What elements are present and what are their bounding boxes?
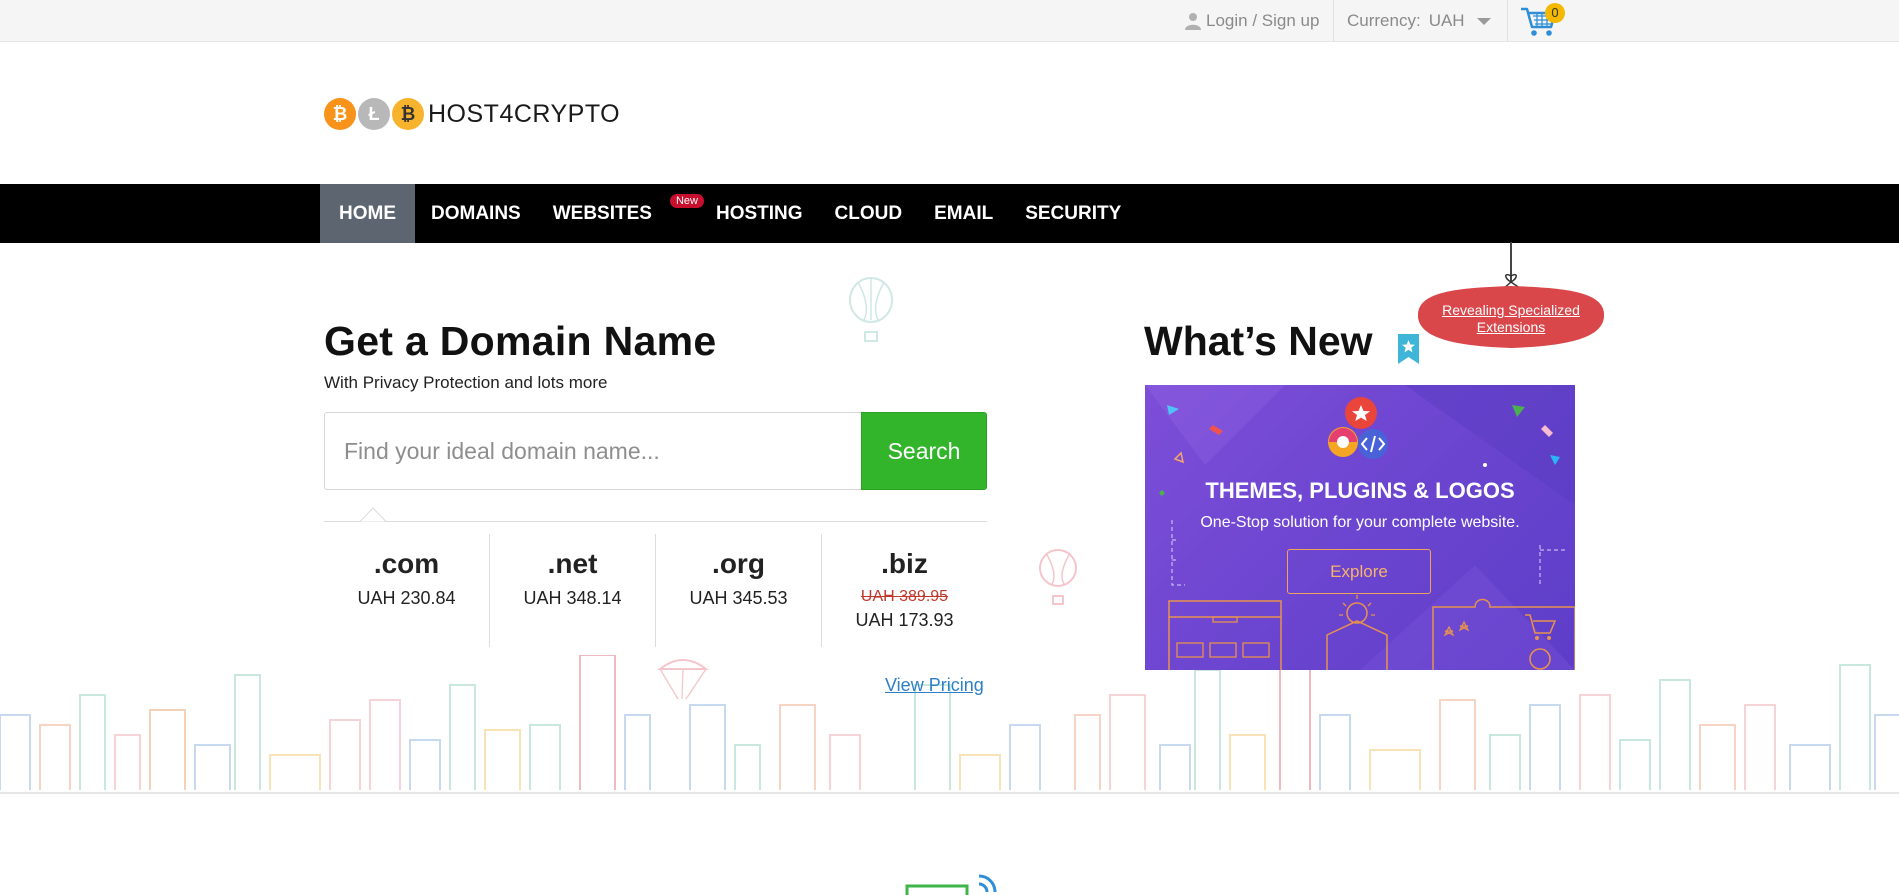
banner-subtitle: One-Stop solution for your complete webs…: [1200, 514, 1520, 531]
explore-button[interactable]: Explore: [1287, 549, 1431, 594]
balloon-decoration-icon: [849, 277, 893, 342]
tld-price-list: .com UAH 230.84 .net UAH 348.14 .org UAH…: [324, 534, 987, 647]
currency-selector[interactable]: Currency: UAH: [1347, 8, 1491, 34]
balloon-decoration-icon: [1039, 549, 1077, 605]
chevron-down-icon: [1476, 17, 1491, 25]
login-signup-link[interactable]: Login / Sign up: [1185, 8, 1319, 34]
nav-label: DOMAINS: [431, 202, 521, 224]
tld-price: UAH 345.53: [689, 588, 788, 608]
separator: [1507, 0, 1508, 42]
separator: [1333, 0, 1334, 42]
domain-subheading: With Privacy Protection and lots more: [324, 373, 608, 392]
nav-label: EMAIL: [934, 202, 994, 224]
tld-price: UAH 348.14: [523, 588, 622, 608]
nav-item-hosting[interactable]: HOSTING: [700, 184, 819, 243]
nav-label: SECURITY: [1025, 202, 1122, 224]
nav-item-websites[interactable]: WEBSITES New: [537, 184, 704, 243]
site-logo[interactable]: ₿ Ł ₿ HOST4CRYPTO: [324, 97, 620, 131]
star-ribbon-icon: [1398, 334, 1419, 364]
nav-item-home[interactable]: HOME: [320, 184, 415, 243]
banner-title: THEMES, PLUGINS & LOGOS: [1205, 478, 1515, 503]
nav-label: WEBSITES: [552, 202, 652, 224]
search-placeholder: Find your ideal domain name...: [344, 437, 660, 464]
currency-value: UAH: [1428, 11, 1465, 30]
tld-name: .biz: [881, 548, 928, 579]
top-utility-bar: Login / Sign up Currency: UAH 0: [0, 0, 1899, 42]
pointer-arrow-icon: [360, 507, 386, 522]
feature-illustration-icon: [905, 874, 997, 895]
tld-divider: [324, 521, 987, 522]
section-divider: [0, 792, 1899, 794]
tld-item-org[interactable]: .org UAH 345.53: [656, 534, 822, 647]
main-navigation: HOME DOMAINS WEBSITES New HOSTING CLOUD …: [0, 184, 1899, 243]
tld-price: UAH 230.84: [357, 588, 456, 608]
nav-label: HOME: [339, 202, 396, 224]
litecoin-icon: Ł: [358, 98, 390, 130]
tld-name: .com: [373, 548, 440, 579]
logo-text: HOST4CRYPTO: [428, 99, 621, 128]
domain-search-input[interactable]: Find your ideal domain name...: [324, 412, 862, 490]
crypto-coin-icon: ₿: [392, 98, 424, 130]
bitcoin-icon: ₿: [324, 98, 356, 130]
currency-label: Currency:: [1347, 11, 1421, 30]
cart-count-badge: 0: [1545, 3, 1565, 23]
tld-item-net[interactable]: .net UAH 348.14: [490, 534, 656, 647]
nav-item-domains[interactable]: DOMAINS: [415, 184, 537, 243]
nav-item-cloud[interactable]: CLOUD: [819, 184, 919, 243]
promo-banner[interactable]: THEMES, PLUGINS & LOGOS One-Stop solutio…: [1145, 385, 1575, 670]
new-badge: New: [669, 194, 704, 208]
login-label: Login / Sign up: [1206, 11, 1320, 30]
promo-tag-link[interactable]: Revealing Specialized Extensions: [1426, 302, 1596, 336]
nav-label: CLOUD: [834, 202, 903, 224]
user-icon: [1185, 13, 1201, 30]
tld-item-biz[interactable]: .biz UAH 389.95 UAH 173.93: [822, 534, 987, 647]
view-pricing-link[interactable]: View Pricing: [885, 675, 984, 696]
search-button[interactable]: Search: [861, 412, 987, 490]
tld-old-price: UAH 389.95: [860, 588, 949, 605]
nav-item-security[interactable]: SECURITY: [1009, 184, 1137, 243]
nav-label: HOSTING: [715, 202, 803, 224]
tld-price: UAH 173.93: [855, 610, 954, 630]
tld-item-com[interactable]: .com UAH 230.84: [324, 534, 490, 647]
nav-item-email[interactable]: EMAIL: [918, 184, 1009, 243]
tld-name: .org: [712, 548, 765, 579]
domain-heading: Get a Domain Name: [324, 318, 717, 364]
tld-name: .net: [547, 548, 598, 579]
whats-new-heading: What’s New: [1144, 318, 1373, 364]
